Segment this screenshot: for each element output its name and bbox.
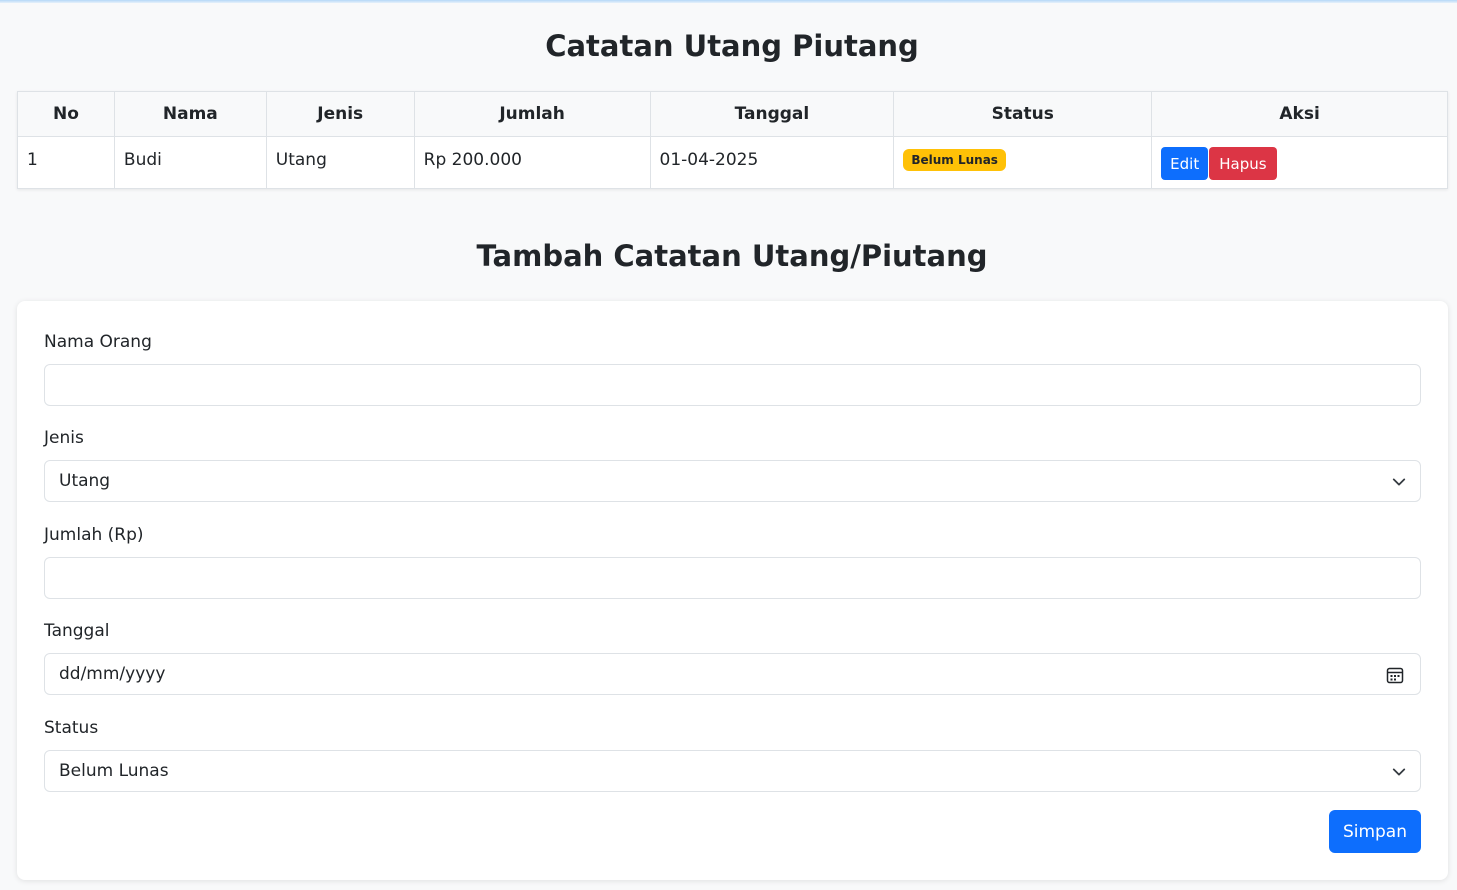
nama-label: Nama Orang [44, 332, 152, 352]
cell-tanggal: 01-04-2025 [649, 136, 895, 189]
top-accent-line [0, 0, 1457, 3]
table-row: 1 Budi Utang Rp 200.000 01-04-2025 Belum… [17, 136, 1448, 189]
cell-jumlah: Rp 200.000 [413, 136, 651, 189]
calendar-icon[interactable] [1386, 666, 1404, 684]
status-select-value: Belum Lunas [59, 761, 169, 781]
nama-input[interactable] [44, 364, 1421, 406]
tanggal-placeholder: dd/mm/yyyy [59, 664, 166, 684]
jenis-select-value: Utang [59, 471, 111, 491]
header-aksi: Aksi [1151, 91, 1448, 137]
status-badge: Belum Lunas [903, 149, 1006, 171]
status-label: Status [44, 718, 99, 738]
jumlah-input[interactable] [44, 557, 1421, 599]
cell-status: Belum Lunas [893, 136, 1153, 189]
tanggal-input[interactable]: dd/mm/yyyy [44, 653, 1421, 695]
save-button[interactable]: Simpan [1328, 810, 1421, 853]
tanggal-label: Tanggal [44, 621, 110, 641]
cell-jenis: Utang [265, 136, 415, 189]
chevron-down-icon [1392, 478, 1406, 486]
form-title: Tambah Catatan Utang/Piutang [476, 239, 988, 273]
header-tanggal: Tanggal [649, 91, 895, 137]
table-header-row: No Nama Jenis Jumlah Tanggal Status Aksi [17, 91, 1448, 137]
records-table: No Nama Jenis Jumlah Tanggal Status Aksi… [17, 91, 1448, 189]
jenis-select[interactable]: Utang [44, 460, 1421, 502]
cell-no: 1 [17, 136, 115, 189]
cell-aksi: Edit Hapus [1151, 136, 1448, 189]
edit-button[interactable]: Edit [1161, 147, 1209, 180]
header-jumlah: Jumlah [413, 91, 651, 137]
cell-nama: Budi [113, 136, 267, 189]
header-jenis: Jenis [265, 91, 415, 137]
header-status: Status [893, 91, 1153, 137]
status-select[interactable]: Belum Lunas [44, 750, 1421, 792]
jenis-label: Jenis [44, 428, 84, 448]
delete-button[interactable]: Hapus [1209, 147, 1277, 180]
form-card: Nama Orang Jenis Utang Jumlah (Rp) Tangg… [17, 301, 1448, 880]
chevron-down-icon [1392, 768, 1406, 776]
header-nama: Nama [113, 91, 267, 137]
header-no: No [17, 91, 115, 137]
page-title: Catatan Utang Piutang [545, 29, 919, 63]
jumlah-label: Jumlah (Rp) [44, 525, 144, 545]
